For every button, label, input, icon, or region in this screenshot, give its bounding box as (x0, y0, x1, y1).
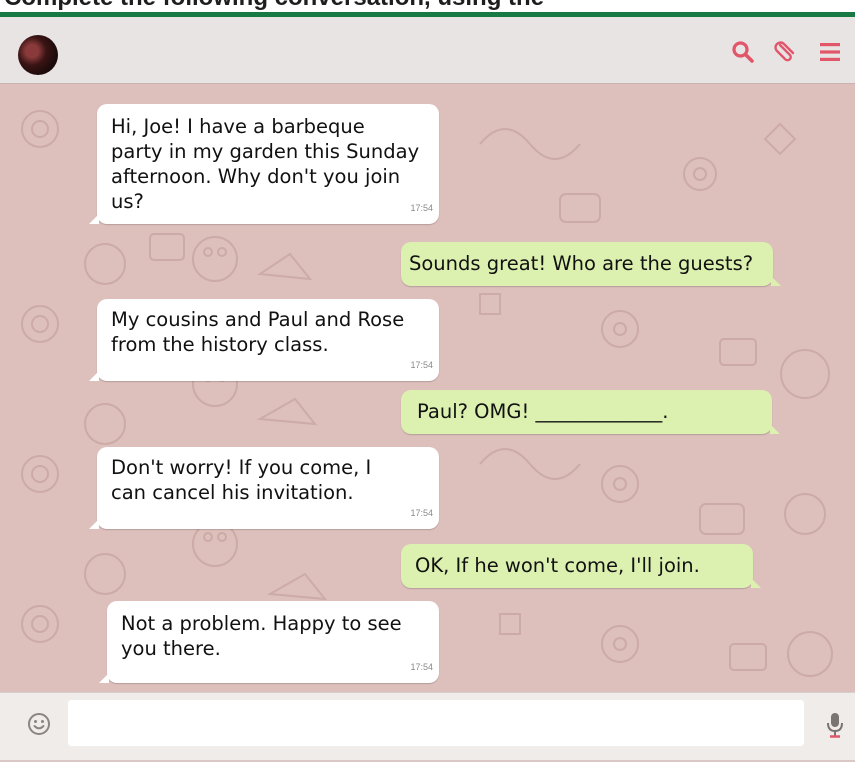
message-bubble-incoming[interactable]: Not a problem. Happy to see you there. 1… (99, 601, 439, 683)
menu-icon[interactable] (818, 39, 844, 65)
message-bubble-incoming[interactable]: Don't worry! If you come, I can cancel h… (89, 447, 439, 529)
page-heading: Complete the following conversation, usi… (0, 0, 855, 12)
chat-header (0, 17, 855, 84)
message-time: 17:54 (410, 203, 433, 213)
message-bubble-outgoing[interactable]: Paul? OMG! _____________. (401, 390, 780, 434)
message-composer (0, 692, 855, 762)
message-bubble-outgoing[interactable]: Sounds great! Who are the guests? (401, 242, 781, 286)
message-text: Paul? OMG! _____________. (417, 400, 669, 423)
message-bubble-incoming[interactable]: Hi, Joe! I have a barbeque party in my g… (89, 104, 439, 224)
message-bubble-outgoing[interactable]: OK, If he won't come, I'll join. (401, 544, 761, 588)
message-text: Sounds great! Who are the guests? (409, 252, 754, 275)
chat-window: Hi, Joe! I have a barbeque party in my g… (0, 17, 855, 762)
message-time: 17:54 (410, 360, 433, 370)
message-text: Don't worry! If you come, I can cancel h… (111, 456, 372, 504)
message-time: 17:54 (410, 508, 433, 518)
message-text: My cousins and Paul and Rose from the hi… (111, 308, 405, 356)
message-bubble-incoming[interactable]: My cousins and Paul and Rose from the hi… (89, 299, 439, 381)
avatar[interactable] (18, 35, 58, 75)
paperclip-icon[interactable] (772, 39, 798, 65)
search-icon[interactable] (730, 39, 756, 65)
message-time: 17:54 (410, 662, 433, 672)
emoji-icon[interactable] (26, 711, 52, 737)
microphone-icon[interactable] (824, 711, 846, 739)
page-heading-text: Complete the following conversation, usi… (4, 0, 544, 12)
message-text: OK, If he won't come, I'll join. (415, 554, 700, 577)
message-text: Not a problem. Happy to see you there. (121, 612, 402, 660)
message-input[interactable] (68, 700, 804, 746)
message-text: Hi, Joe! I have a barbeque party in my g… (111, 115, 420, 213)
